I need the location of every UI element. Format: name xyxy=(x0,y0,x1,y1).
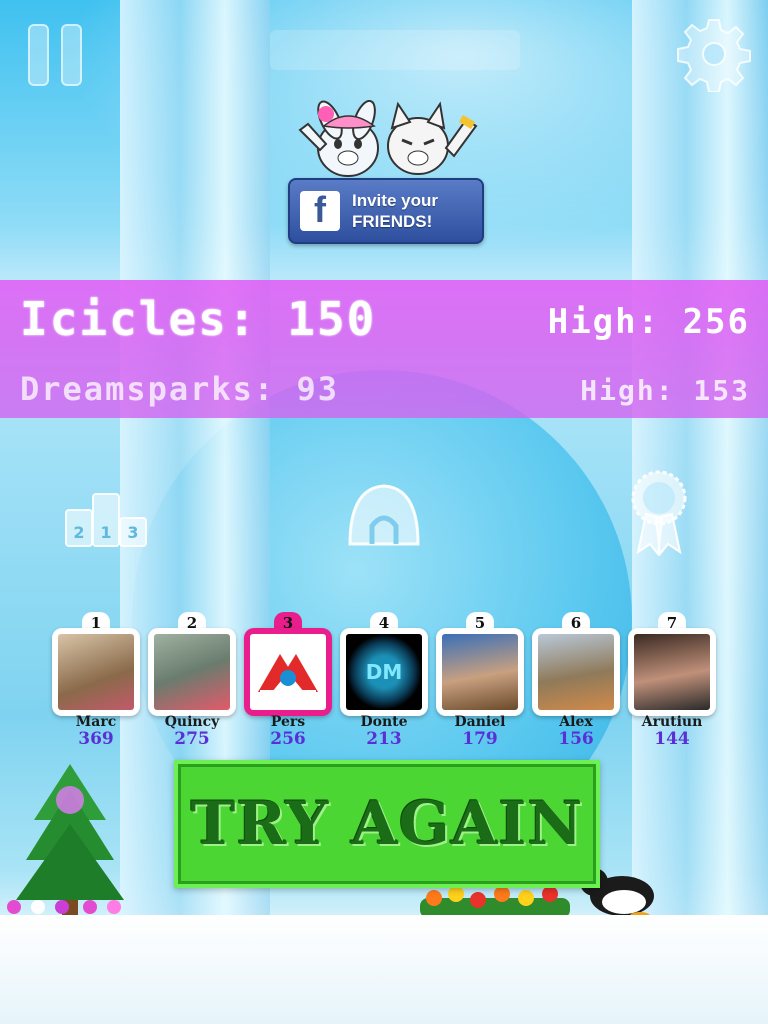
friend-name: Daniel xyxy=(454,714,506,730)
friend-score: 369 xyxy=(78,729,114,749)
try-again-label: TRY AGAIN xyxy=(190,789,584,859)
friend-name: Arutiun xyxy=(641,714,703,730)
avatar xyxy=(634,634,710,710)
game-scene: f Invite your FRIENDS! Icicles: 150 High… xyxy=(0,0,768,1024)
icicles-high-score: High: 256 xyxy=(548,302,750,342)
leaderboard-entry[interactable]: 7 Arutiun 144 xyxy=(628,612,716,752)
friend-score: 213 xyxy=(366,729,402,749)
avatar-frame: DM xyxy=(340,628,428,716)
friends-leaderboard: 1 Marc 369 2 Quincy 275 3 Pers 256 4 DM Donte 213 5 Da… xyxy=(52,612,720,752)
dreamsparks-score: Dreamsparks: 93 xyxy=(20,370,339,408)
friend-name: Quincy xyxy=(164,714,220,730)
dreamsparks-high-value: 153 xyxy=(693,374,750,407)
icicles-high-value: 256 xyxy=(682,302,750,342)
icicles-value: 150 xyxy=(287,292,377,346)
dm-logo-text: DM xyxy=(365,660,403,684)
avatar-frame xyxy=(148,628,236,716)
facebook-icon: f xyxy=(300,191,340,231)
podium-icon[interactable]: 2 1 3 xyxy=(64,492,148,548)
igloo-icon[interactable] xyxy=(344,480,424,550)
leaderboard-entry[interactable]: 4 DM Donte 213 xyxy=(340,612,428,752)
settings-gear-icon[interactable] xyxy=(676,16,752,92)
avatar-frame xyxy=(628,628,716,716)
mascot-characters xyxy=(298,100,478,177)
avatar: DM xyxy=(346,634,422,710)
podium-digit: 2 xyxy=(73,523,84,542)
dreamsparks-value: 93 xyxy=(296,370,339,408)
icicles-high-label: High: xyxy=(547,302,661,342)
leaderboard-entry[interactable]: 1 Marc 369 xyxy=(52,612,140,752)
leaderboard-entry[interactable]: 3 Pers 256 xyxy=(244,612,332,752)
avatar xyxy=(154,634,230,710)
friend-name: Donte xyxy=(360,714,408,730)
snow-ground xyxy=(0,915,768,1024)
friend-score: 256 xyxy=(270,729,306,749)
avatar xyxy=(442,634,518,710)
avatar xyxy=(250,634,326,710)
friend-score: 144 xyxy=(654,729,690,749)
avatar-frame xyxy=(532,628,620,716)
leaderboard-entry[interactable]: 5 Daniel 179 xyxy=(436,612,524,752)
leaderboard-entry[interactable]: 2 Quincy 275 xyxy=(148,612,236,752)
progress-track xyxy=(270,30,520,70)
pause-icon xyxy=(28,24,49,86)
icicles-score: Icicles: 150 xyxy=(20,292,376,346)
ice-pillar-right xyxy=(632,0,768,930)
pause-button[interactable] xyxy=(28,24,82,86)
facebook-invite-label: Invite your FRIENDS! xyxy=(352,190,438,232)
avatar xyxy=(538,634,614,710)
avatar xyxy=(58,634,134,710)
friend-score: 275 xyxy=(174,729,210,749)
invite-line-1: Invite your xyxy=(352,191,438,210)
podium-digit: 1 xyxy=(100,523,111,542)
ribbon-icon[interactable] xyxy=(628,470,690,556)
avatar-frame xyxy=(244,628,332,716)
icicles-label: Icicles: xyxy=(20,292,258,346)
friend-score: 156 xyxy=(558,729,594,749)
avatar-frame xyxy=(436,628,524,716)
dreamsparks-high-label: High: xyxy=(580,374,675,407)
try-again-button[interactable]: TRY AGAIN xyxy=(174,760,600,888)
friend-name: Marc xyxy=(75,714,117,730)
invite-line-2: FRIENDS! xyxy=(352,212,433,231)
dreamsparks-high-score: High: 153 xyxy=(580,374,750,407)
avatar-frame xyxy=(52,628,140,716)
friend-score: 179 xyxy=(462,729,498,749)
podium-digit: 3 xyxy=(127,523,138,542)
friend-name: Alex xyxy=(559,714,593,730)
friend-name: Pers xyxy=(270,714,306,730)
facebook-invite-button[interactable]: f Invite your FRIENDS! xyxy=(288,178,484,244)
leaderboard-entry[interactable]: 6 Alex 156 xyxy=(532,612,620,752)
logo-avatar-icon xyxy=(258,654,318,696)
dreamsparks-label: Dreamsparks: xyxy=(20,370,276,408)
